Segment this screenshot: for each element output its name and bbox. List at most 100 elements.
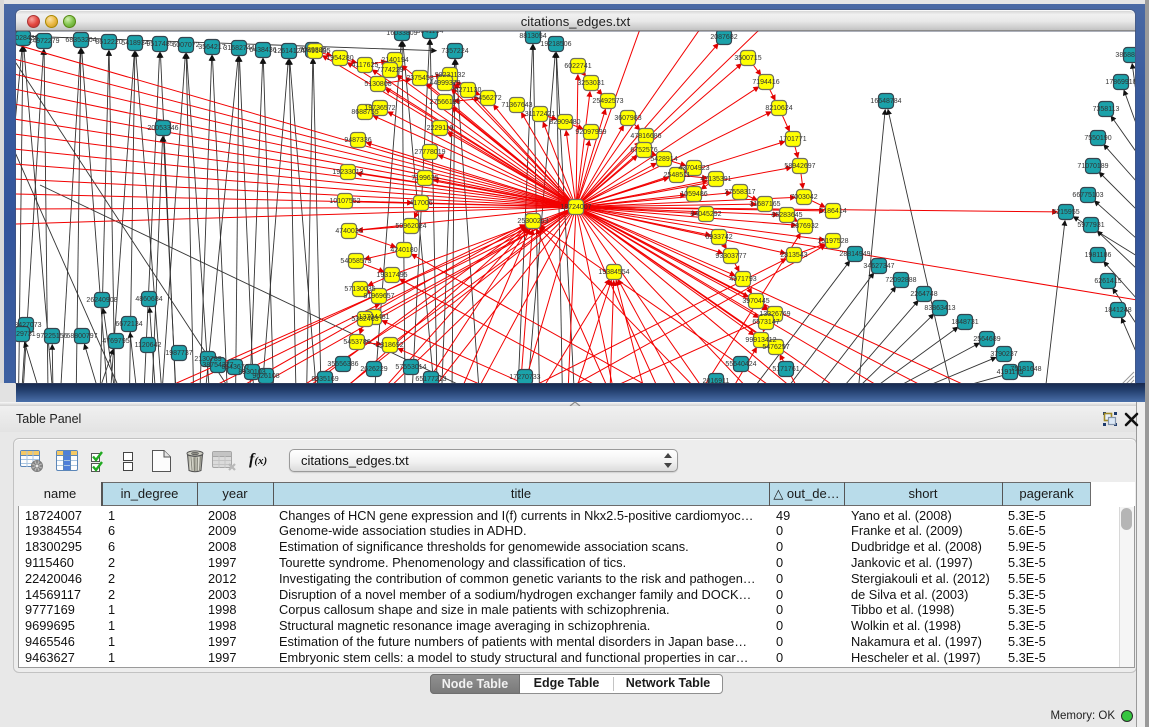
svg-text:92097999: 92097999	[575, 129, 606, 136]
svg-text:44999379: 44999379	[429, 80, 460, 87]
svg-text:43704923: 43704923	[678, 165, 709, 172]
svg-text:47135391: 47135391	[700, 176, 731, 183]
svg-text:7357224: 7357224	[441, 48, 468, 55]
svg-text:2264748: 2264748	[910, 291, 937, 298]
svg-text:77491435: 77491435	[299, 48, 330, 55]
svg-text:4971793: 4971793	[729, 276, 756, 283]
svg-text:6933742: 6933742	[705, 234, 732, 241]
svg-text:65177213: 65177213	[415, 376, 446, 383]
svg-text:16648784: 16648784	[870, 98, 901, 105]
svg-text:1059486: 1059486	[680, 191, 707, 198]
svg-text:7199635: 7199635	[411, 175, 438, 182]
svg-text:57130035: 57130035	[344, 286, 375, 293]
svg-text:7194416: 7194416	[752, 79, 779, 86]
svg-text:31172421: 31172421	[525, 111, 556, 118]
svg-text:1120642: 1120642	[135, 342, 162, 349]
svg-text:8210624: 8210624	[765, 105, 792, 112]
svg-text:5382463: 5382463	[351, 316, 378, 323]
svg-text:1981186: 1981186	[1085, 252, 1112, 259]
svg-text:72092888: 72092888	[885, 277, 916, 284]
svg-text:38754377: 38754377	[202, 362, 233, 369]
svg-text:7550190: 7550190	[1084, 135, 1111, 142]
svg-text:82909480: 82909480	[549, 119, 580, 126]
svg-text:24972279: 24972279	[28, 38, 59, 45]
svg-text:47816686: 47816686	[630, 133, 661, 140]
svg-text:3970445: 3970445	[742, 298, 769, 305]
svg-text:5418934: 5418934	[121, 40, 148, 47]
svg-text:58942697: 58942697	[784, 163, 815, 170]
svg-text:5171761: 5171761	[772, 366, 799, 373]
svg-text:1841248: 1841248	[1104, 307, 1131, 314]
svg-text:417006: 417006	[409, 200, 432, 207]
svg-text:5456272: 5456272	[474, 95, 501, 102]
svg-text:57553014: 57553014	[395, 364, 426, 371]
svg-text:1987737: 1987737	[165, 350, 192, 357]
svg-text:9487336: 9487336	[344, 137, 371, 144]
svg-text:85283645: 85283645	[771, 212, 802, 219]
svg-text:31687165: 31687165	[749, 201, 780, 208]
svg-text:13326769: 13326769	[759, 311, 790, 318]
svg-text:8612220: 8612220	[95, 39, 122, 46]
svg-text:4860684: 4860684	[135, 296, 162, 303]
svg-text:81969657: 81969657	[363, 293, 394, 300]
svg-text:19317495: 19317495	[376, 272, 407, 279]
svg-text:34627347: 34627347	[863, 263, 894, 270]
svg-text:5215955: 5215955	[1052, 209, 1079, 216]
svg-text:2229110: 2229110	[427, 125, 454, 132]
svg-text:5130808: 5130808	[364, 81, 391, 88]
svg-text:8930103: 8930103	[238, 369, 265, 376]
svg-text:6752576: 6752576	[630, 147, 657, 154]
svg-text:5977931: 5977931	[1077, 222, 1104, 229]
svg-text:98231132: 98231132	[435, 72, 466, 79]
svg-text:71070189: 71070189	[1077, 163, 1108, 170]
svg-text:93303777: 93303777	[715, 253, 746, 260]
svg-text:7358113: 7358113	[1093, 106, 1120, 113]
svg-text:5453786: 5453786	[343, 339, 370, 346]
svg-text:3253031: 3253031	[577, 80, 604, 87]
svg-text:1848731: 1848731	[951, 319, 978, 326]
svg-text:18724007: 18724007	[560, 204, 591, 211]
svg-text:2818692: 2818692	[376, 342, 403, 349]
svg-text:99913412: 99913412	[745, 337, 776, 344]
svg-text:5476257: 5476257	[762, 344, 789, 351]
svg-text:17270733: 17270733	[509, 374, 540, 381]
svg-text:6261415: 6261415	[1094, 278, 1121, 285]
svg-text:25300293: 25300293	[517, 218, 548, 225]
svg-text:5186414: 5186414	[819, 208, 846, 215]
svg-text:6672134: 6672134	[115, 321, 142, 328]
svg-text:19233013: 19233013	[332, 169, 363, 176]
svg-text:2548511: 2548511	[664, 172, 691, 179]
svg-text:2016911: 2016911	[703, 378, 730, 383]
svg-text:66775103: 66775103	[1072, 192, 1103, 199]
svg-text:5041154: 5041154	[417, 31, 444, 35]
svg-text:68353204: 68353204	[65, 37, 96, 44]
svg-text:10107552: 10107552	[329, 198, 360, 205]
svg-text:2626229: 2626229	[360, 366, 387, 373]
svg-text:17869910: 17869910	[1105, 79, 1135, 86]
svg-text:2876932: 2876932	[791, 223, 818, 230]
svg-text:38427073: 38427073	[16, 322, 42, 329]
svg-text:84045292: 84045292	[690, 211, 721, 218]
svg-text:6229731: 6229731	[16, 331, 36, 338]
svg-text:6573147: 6573147	[752, 319, 779, 326]
svg-text:7003042: 7003042	[790, 194, 817, 201]
svg-text:19384554: 19384554	[598, 269, 629, 276]
svg-text:8688755: 8688755	[351, 109, 378, 116]
svg-text:35556386: 35556386	[327, 361, 358, 368]
svg-text:27778019: 27778019	[414, 149, 445, 156]
svg-text:4769795: 4769795	[102, 338, 129, 345]
svg-text:83863413: 83863413	[924, 305, 955, 312]
svg-text:6007072: 6007072	[172, 42, 199, 49]
svg-text:19218506: 19218506	[540, 41, 571, 48]
svg-text:7774229: 7774229	[376, 67, 403, 74]
svg-text:28814949: 28814949	[839, 251, 870, 258]
svg-text:8813054: 8813054	[519, 33, 546, 40]
svg-text:2813543: 2813543	[780, 252, 807, 259]
svg-text:2087682: 2087682	[710, 34, 737, 41]
svg-text:4740036: 4740036	[335, 228, 362, 235]
svg-text:16033809: 16033809	[386, 31, 417, 37]
svg-text:75181648: 75181648	[1010, 366, 1041, 373]
svg-text:71367643: 71367643	[501, 102, 532, 109]
svg-text:27566185: 27566185	[429, 99, 460, 106]
svg-text:4117625: 4117625	[352, 62, 379, 69]
